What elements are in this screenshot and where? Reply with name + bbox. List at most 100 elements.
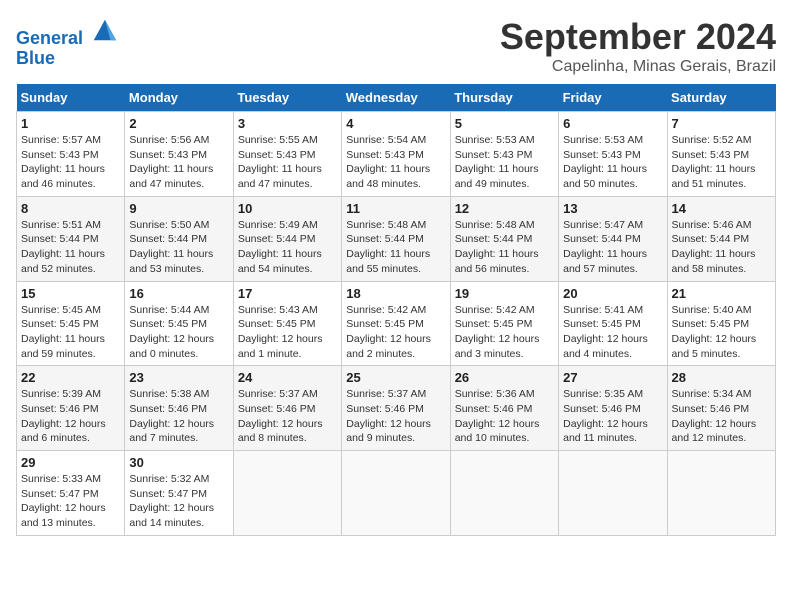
calendar-cell: 18 Sunrise: 5:42 AMSunset: 5:45 PMDayligh… [342,281,450,366]
day-info: Sunrise: 5:39 AMSunset: 5:46 PMDaylight:… [21,387,120,446]
day-info: Sunrise: 5:37 AMSunset: 5:46 PMDaylight:… [238,387,337,446]
calendar-cell: 14Sunrise: 5:46 AMSunset: 5:44 PMDayligh… [667,196,775,281]
calendar-week-row: 22Sunrise: 5:39 AMSunset: 5:46 PMDayligh… [17,366,776,451]
day-info: Sunrise: 5:40 AMSunset: 5:45 PMDaylight:… [672,303,771,362]
day-number: 18 [346,286,445,301]
day-number: 8 [21,201,120,216]
calendar-cell: 6 Sunrise: 5:53 AMSunset: 5:43 PMDaylight… [559,112,667,197]
day-info: Sunrise: 5:34 AMSunset: 5:46 PMDaylight:… [672,387,771,446]
calendar-week-row: 1 Sunrise: 5:57 AMSunset: 5:43 PMDaylight… [17,112,776,197]
calendar-cell [233,451,341,536]
calendar-cell: 8 Sunrise: 5:51 AMSunset: 5:44 PMDaylight… [17,196,125,281]
day-number: 9 [129,201,228,216]
calendar-week-row: 15 Sunrise: 5:45 AMSunset: 5:45 PMDayligh… [17,281,776,366]
day-info: Sunrise: 5:36 AMSunset: 5:46 PMDaylight:… [455,387,554,446]
day-info: Sunrise: 5:44 AMSunset: 5:45 PMDaylight:… [129,303,228,362]
calendar-cell: 22Sunrise: 5:39 AMSunset: 5:46 PMDayligh… [17,366,125,451]
day-info: Sunrise: 5:45 AMSunset: 5:45 PMDaylight:… [21,303,120,362]
day-info: Sunrise: 5:54 AMSunset: 5:43 PMDaylight:… [346,133,445,192]
day-number: 29 [21,455,120,470]
day-number: 21 [672,286,771,301]
calendar-cell: 7 Sunrise: 5:52 AMSunset: 5:43 PMDaylight… [667,112,775,197]
day-number: 23 [129,370,228,385]
day-info: Sunrise: 5:41 AMSunset: 5:45 PMDaylight:… [563,303,662,362]
calendar-cell: 19 Sunrise: 5:42 AMSunset: 5:45 PMDayligh… [450,281,558,366]
day-number: 26 [455,370,554,385]
calendar-header-row: SundayMondayTuesdayWednesdayThursdayFrid… [17,84,776,112]
day-number: 19 [455,286,554,301]
calendar-cell: 4 Sunrise: 5:54 AMSunset: 5:43 PMDaylight… [342,112,450,197]
day-info: Sunrise: 5:32 AMSunset: 5:47 PMDaylight:… [129,472,228,531]
calendar-cell [342,451,450,536]
day-info: Sunrise: 5:47 AMSunset: 5:44 PMDaylight:… [563,218,662,277]
day-number: 1 [21,116,120,131]
day-number: 17 [238,286,337,301]
calendar-cell [559,451,667,536]
logo-general: General [16,28,83,48]
calendar-cell: 2 Sunrise: 5:56 AMSunset: 5:43 PMDaylight… [125,112,233,197]
day-info: Sunrise: 5:51 AMSunset: 5:44 PMDaylight:… [21,218,120,277]
calendar-cell: 27 Sunrise: 5:35 AMSunset: 5:46 PMDayligh… [559,366,667,451]
day-info: Sunrise: 5:56 AMSunset: 5:43 PMDaylight:… [129,133,228,192]
calendar-cell: 24 Sunrise: 5:37 AMSunset: 5:46 PMDayligh… [233,366,341,451]
day-info: Sunrise: 5:55 AMSunset: 5:43 PMDaylight:… [238,133,337,192]
calendar-cell [667,451,775,536]
day-number: 2 [129,116,228,131]
calendar-week-row: 29 Sunrise: 5:33 AMSunset: 5:47 PMDayligh… [17,451,776,536]
day-info: Sunrise: 5:57 AMSunset: 5:43 PMDaylight:… [21,133,120,192]
calendar-cell: 1 Sunrise: 5:57 AMSunset: 5:43 PMDaylight… [17,112,125,197]
day-info: Sunrise: 5:46 AMSunset: 5:44 PMDaylight:… [672,218,771,277]
day-number: 25 [346,370,445,385]
day-number: 28 [672,370,771,385]
day-number: 16 [129,286,228,301]
day-info: Sunrise: 5:53 AMSunset: 5:43 PMDaylight:… [563,133,662,192]
header-tuesday: Tuesday [233,84,341,112]
calendar-cell: 12 Sunrise: 5:48 AMSunset: 5:44 PMDayligh… [450,196,558,281]
day-info: Sunrise: 5:53 AMSunset: 5:43 PMDaylight:… [455,133,554,192]
logo-icon [90,16,118,44]
day-info: Sunrise: 5:35 AMSunset: 5:46 PMDaylight:… [563,387,662,446]
calendar-cell: 9 Sunrise: 5:50 AMSunset: 5:44 PMDaylight… [125,196,233,281]
day-number: 15 [21,286,120,301]
day-number: 13 [563,201,662,216]
day-info: Sunrise: 5:48 AMSunset: 5:44 PMDaylight:… [455,218,554,277]
day-info: Sunrise: 5:33 AMSunset: 5:47 PMDaylight:… [21,472,120,531]
logo-blue: Blue [16,48,55,68]
day-number: 7 [672,116,771,131]
calendar-cell: 16 Sunrise: 5:44 AMSunset: 5:45 PMDayligh… [125,281,233,366]
day-number: 12 [455,201,554,216]
header-thursday: Thursday [450,84,558,112]
calendar-cell: 11 Sunrise: 5:48 AMSunset: 5:44 PMDayligh… [342,196,450,281]
day-number: 4 [346,116,445,131]
calendar-cell: 25Sunrise: 5:37 AMSunset: 5:46 PMDayligh… [342,366,450,451]
day-info: Sunrise: 5:43 AMSunset: 5:45 PMDaylight:… [238,303,337,362]
calendar-table: SundayMondayTuesdayWednesdayThursdayFrid… [16,84,776,536]
location-title: Capelinha, Minas Gerais, Brazil [500,58,776,76]
logo: General Blue [16,16,118,69]
day-number: 24 [238,370,337,385]
calendar-cell: 15 Sunrise: 5:45 AMSunset: 5:45 PMDayligh… [17,281,125,366]
day-info: Sunrise: 5:38 AMSunset: 5:46 PMDaylight:… [129,387,228,446]
day-info: Sunrise: 5:42 AMSunset: 5:45 PMDaylight:… [346,303,445,362]
day-number: 3 [238,116,337,131]
page-header: General Blue September 2024 Capelinha, M… [16,16,776,76]
calendar-cell: 23 Sunrise: 5:38 AMSunset: 5:46 PMDayligh… [125,366,233,451]
calendar-cell: 3 Sunrise: 5:55 AMSunset: 5:43 PMDaylight… [233,112,341,197]
calendar-cell: 28 Sunrise: 5:34 AMSunset: 5:46 PMDayligh… [667,366,775,451]
day-info: Sunrise: 5:42 AMSunset: 5:45 PMDaylight:… [455,303,554,362]
day-number: 10 [238,201,337,216]
day-info: Sunrise: 5:48 AMSunset: 5:44 PMDaylight:… [346,218,445,277]
header-monday: Monday [125,84,233,112]
day-info: Sunrise: 5:50 AMSunset: 5:44 PMDaylight:… [129,218,228,277]
calendar-cell: 20Sunrise: 5:41 AMSunset: 5:45 PMDayligh… [559,281,667,366]
calendar-cell: 30 Sunrise: 5:32 AMSunset: 5:47 PMDayligh… [125,451,233,536]
header-saturday: Saturday [667,84,775,112]
calendar-week-row: 8 Sunrise: 5:51 AMSunset: 5:44 PMDaylight… [17,196,776,281]
day-number: 27 [563,370,662,385]
header-sunday: Sunday [17,84,125,112]
day-info: Sunrise: 5:52 AMSunset: 5:43 PMDaylight:… [672,133,771,192]
calendar-cell: 17 Sunrise: 5:43 AMSunset: 5:45 PMDayligh… [233,281,341,366]
day-number: 30 [129,455,228,470]
day-number: 11 [346,201,445,216]
day-number: 6 [563,116,662,131]
